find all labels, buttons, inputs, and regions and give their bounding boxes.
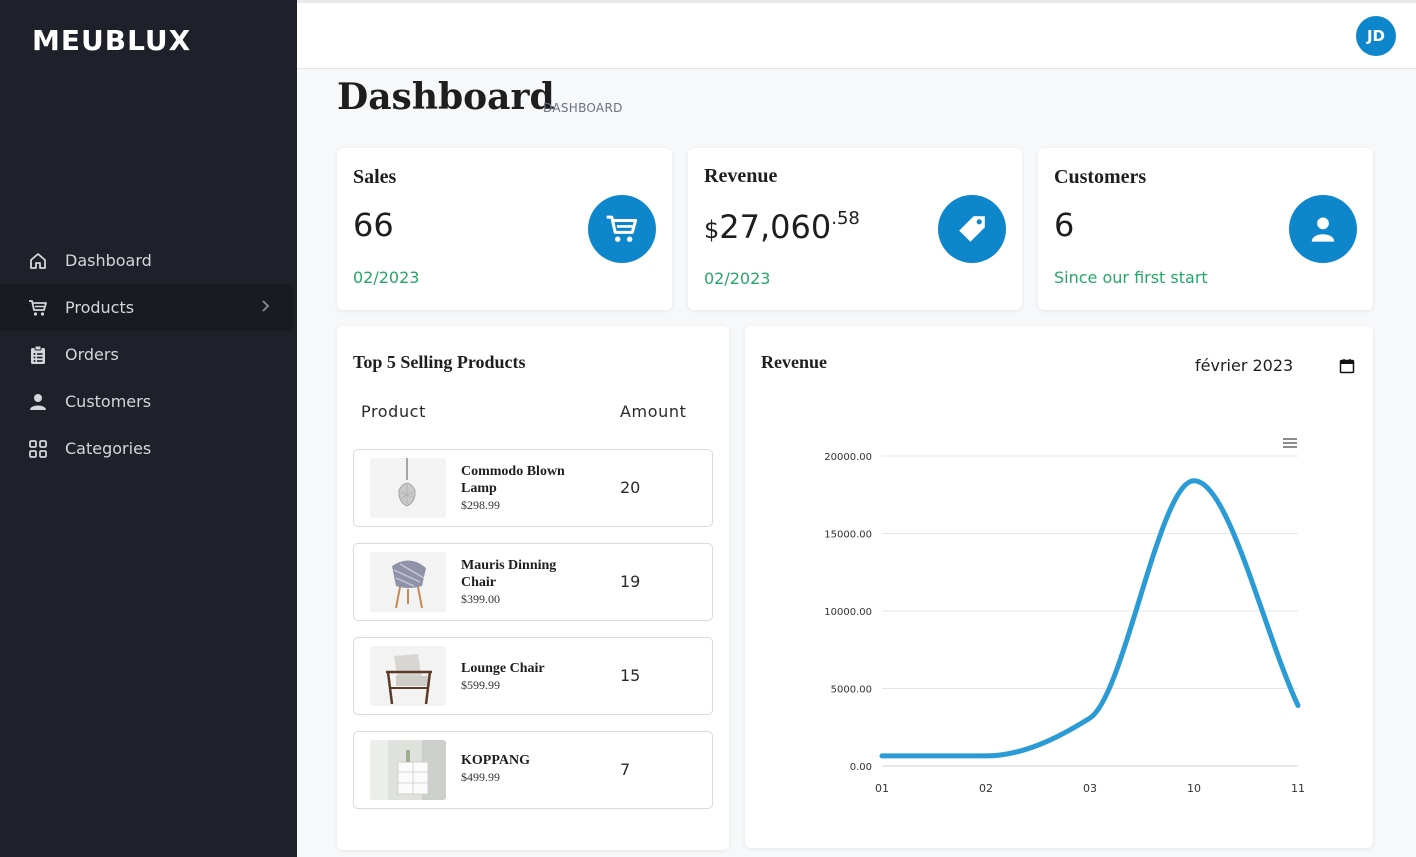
- y-tick-label: 0.00: [850, 762, 872, 773]
- user-icon: [28, 392, 48, 412]
- month-picker-input[interactable]: février 2023: [1195, 356, 1293, 375]
- revenue-chart-card: Revenue février 2023 0.00 5000.00 10000.00…: [745, 326, 1373, 848]
- x-tick-label: 10: [1187, 782, 1201, 795]
- home-icon: [28, 251, 48, 271]
- revenue-currency: $: [704, 216, 720, 244]
- y-tick-label: 20000.00: [824, 452, 872, 463]
- product-price: $499.99: [461, 770, 500, 784]
- revenue-line-chart: 0.00 5000.00 10000.00 15000.00 20000.00 01 02 0…: [824, 452, 1305, 795]
- y-tick-label: 5000.00: [831, 685, 872, 696]
- sidebar-item-label: Products: [65, 298, 135, 317]
- sidebar-item-label: Orders: [65, 345, 119, 364]
- sidebar-item-customers[interactable]: Customers: [0, 378, 293, 425]
- revenue-period: 02/2023: [704, 269, 771, 288]
- x-tick-label: 03: [1083, 782, 1097, 795]
- product-amount: 19: [620, 572, 641, 591]
- breadcrumb[interactable]: DASHBOARD: [543, 101, 623, 115]
- top-products-title: Top 5 Selling Products: [353, 352, 526, 372]
- product-amount: 15: [620, 666, 641, 685]
- revenue-value: 27,060: [719, 208, 832, 246]
- product-amount: 7: [620, 760, 631, 779]
- product-name: Lounge Chair: [461, 661, 545, 676]
- column-header-amount: Amount: [620, 402, 687, 421]
- product-thumbnail: [370, 740, 446, 800]
- product-name: KOPPANG: [461, 753, 530, 768]
- column-header-product: Product: [361, 402, 426, 421]
- sidebar: MEUBLUX Dashboard Products Orders Custom…: [0, 0, 297, 857]
- grid-icon: [28, 439, 48, 459]
- sidebar-item-products[interactable]: Products: [0, 284, 293, 331]
- product-amount: 20: [620, 478, 641, 497]
- product-price: $599.99: [461, 678, 500, 692]
- sidebar-item-label: Dashboard: [65, 251, 152, 270]
- revenue-cents: .58: [831, 208, 860, 229]
- cart-icon: [28, 298, 48, 318]
- top-bar: JD: [297, 0, 1416, 69]
- user-icon: [1289, 195, 1357, 263]
- calendar-icon[interactable]: [1339, 358, 1355, 378]
- customers-value: 6: [1054, 206, 1075, 244]
- page-title: Dashboard: [337, 76, 555, 118]
- sidebar-item-categories[interactable]: Categories: [0, 425, 293, 472]
- sidebar-item-label: Categories: [65, 439, 152, 458]
- sales-period: 02/2023: [353, 268, 420, 287]
- x-tick-label: 01: [875, 782, 889, 795]
- x-tick-label: 02: [979, 782, 993, 795]
- list-item[interactable]: Commodo Blown Lamp $298.99 20: [353, 449, 713, 527]
- sales-value: 66: [353, 206, 394, 244]
- y-tick-label: 15000.00: [824, 530, 872, 541]
- product-thumbnail: [370, 458, 446, 518]
- customers-card: Customers 6 Since our first start: [1038, 148, 1373, 310]
- tag-icon: [938, 195, 1006, 263]
- sales-card: Sales 66 02/2023: [337, 148, 672, 310]
- revenue-series-line: [879, 478, 1301, 759]
- revenue-title: Revenue: [704, 165, 778, 187]
- customers-since: Since our first start: [1054, 268, 1208, 287]
- product-price: $298.99: [461, 498, 500, 512]
- chart-menu-icon[interactable]: [1283, 434, 1297, 453]
- sales-title: Sales: [353, 166, 397, 188]
- top-products-card: Top 5 Selling Products Product Amount Co…: [337, 326, 729, 850]
- sidebar-item-label: Customers: [65, 392, 152, 411]
- list-item[interactable]: Lounge Chair $599.99 15: [353, 637, 713, 715]
- brand-logo[interactable]: MEUBLUX: [32, 24, 191, 57]
- revenue-value-group: $27,060.58: [704, 208, 860, 246]
- product-thumbnail: [370, 552, 446, 612]
- list-item[interactable]: KOPPANG $499.99 7: [353, 731, 713, 809]
- product-thumbnail: [370, 646, 446, 706]
- clipboard-icon: [28, 345, 48, 365]
- sidebar-item-orders[interactable]: Orders: [0, 331, 293, 378]
- product-price: $399.00: [461, 592, 500, 606]
- avatar[interactable]: JD: [1356, 16, 1396, 56]
- sidebar-nav: Dashboard Products Orders Customers Cate…: [0, 237, 293, 472]
- x-tick-label: 11: [1291, 782, 1305, 795]
- customers-title: Customers: [1054, 166, 1147, 188]
- product-name: Mauris Dinning Chair: [461, 558, 557, 590]
- list-item[interactable]: Mauris Dinning Chair $399.00 19: [353, 543, 713, 621]
- cart-icon: [588, 195, 656, 263]
- sidebar-item-dashboard[interactable]: Dashboard: [0, 237, 293, 284]
- revenue-card: Revenue $27,060.58 02/2023: [688, 148, 1022, 310]
- y-tick-label: 10000.00: [824, 607, 872, 618]
- chevron-right-icon[interactable]: [261, 298, 271, 318]
- revenue-chart-title: Revenue: [761, 352, 827, 372]
- product-name: Commodo Blown Lamp: [461, 464, 565, 496]
